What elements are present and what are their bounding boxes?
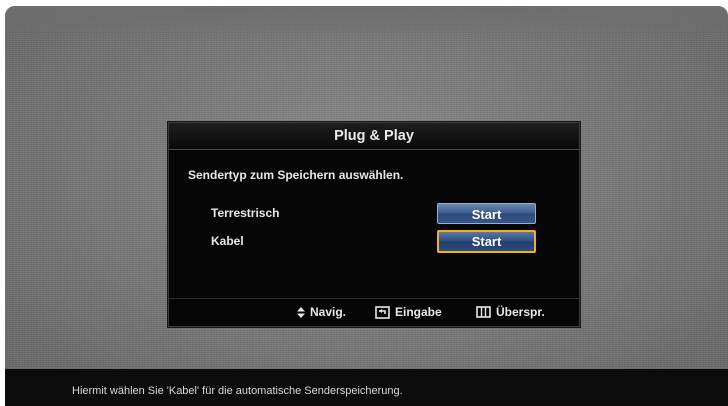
up-down-arrows-icon [297,306,305,318]
hint-enter-label: Eingabe [395,305,442,319]
option-label-terrestrial: Terrestrisch [211,206,280,220]
dialog-prompt: Sendertyp zum Speichern auswählen. [188,168,404,182]
hint-navigate: Navig. [297,305,346,319]
photo-frame: Plug & Play Sendertyp zum Speichern ausw… [0,0,728,406]
start-button-cable[interactable]: Start [437,230,536,253]
screen-top-shade [5,6,728,44]
dialog-title: Plug & Play [169,123,579,150]
hint-navigate-label: Navig. [310,305,347,319]
dialog-footer: Navig. Eingabe Überspr. [169,298,579,326]
hint-skip-label: Überspr. [496,305,545,319]
skip-icon [476,306,491,318]
hint-enter: Eingabe [375,305,442,319]
help-text: Hiermit wählen Sie 'Kabel' für die autom… [72,385,403,397]
enter-icon [375,305,390,319]
plug-and-play-dialog: Plug & Play Sendertyp zum Speichern ausw… [168,122,580,327]
start-button-terrestrial[interactable]: Start [437,203,536,224]
option-label-cable: Kabel [211,234,244,248]
tv-screen: Plug & Play Sendertyp zum Speichern ausw… [5,6,728,406]
hint-skip: Überspr. [476,305,545,319]
help-status-bar: Hiermit wählen Sie 'Kabel' für die autom… [5,369,728,406]
